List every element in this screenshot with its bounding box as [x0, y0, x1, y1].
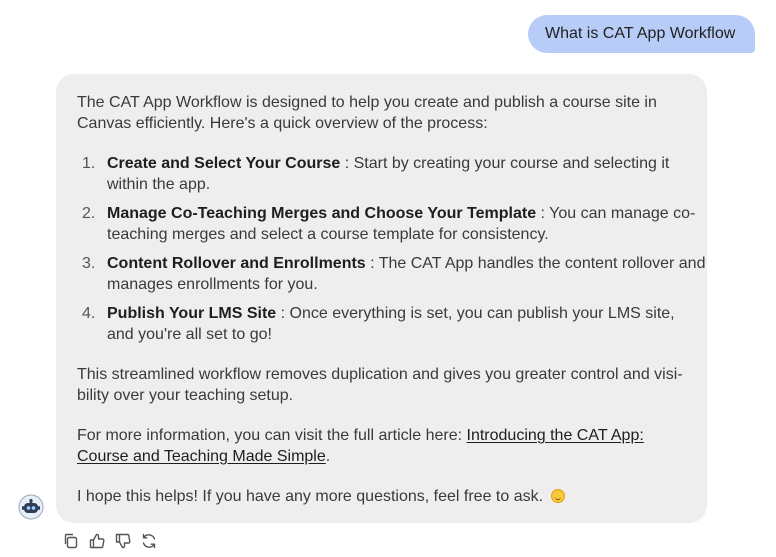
smiley-emoji-icon: [550, 489, 565, 503]
list-item-title: Create and Select Your Course: [107, 155, 341, 172]
list-item-3: Content Rollover and Enrollments : The C…: [107, 253, 705, 274]
message-actions: [62, 532, 158, 550]
list-item-1-continued: within the app.: [107, 176, 211, 193]
intro-text-line-2: Canvas efficiently. Here's a quick overv…: [77, 115, 488, 132]
list-item-number: 3.: [82, 255, 96, 272]
list-item-2: Manage Co-Teaching Merges and Choose You…: [107, 203, 695, 224]
closing-text: I hope this helps! If you have any more …: [77, 488, 548, 505]
list-item-number: 4.: [82, 305, 96, 322]
list-item-title: Manage Co-Teaching Merges and Choose You…: [107, 205, 537, 222]
list-item-2-continued: teaching merges and select a course temp…: [107, 226, 549, 243]
list-item-4-continued: and you're all set to go!: [107, 326, 272, 343]
link-suffix: .: [325, 448, 331, 465]
closing-line: I hope this helps! If you have any more …: [77, 486, 565, 507]
article-link-continued[interactable]: Course and Teaching Made Simple: [77, 448, 326, 465]
more-info-line-2: Course and Teaching Made Simple.: [77, 446, 330, 467]
regenerate-icon[interactable]: [140, 532, 158, 550]
list-item-4: Publish Your LMS Site : Once everything …: [107, 303, 675, 324]
list-item-number: 1.: [82, 155, 96, 172]
bot-avatar-icon: [18, 494, 44, 520]
summary-text-line-2: bility over your teaching setup.: [77, 387, 294, 404]
list-item-text: : The CAT App handles the content rollov…: [365, 255, 706, 272]
more-info-line: For more information, you can visit the …: [77, 425, 644, 446]
article-link[interactable]: Introducing the CAT App:: [467, 427, 644, 444]
intro-text-line-1: The CAT App Workflow is designed to help…: [77, 94, 657, 111]
list-item-text: : Start by creating your course and sele…: [340, 155, 670, 172]
list-item-1: Create and Select Your Course : Start by…: [107, 153, 669, 174]
list-item-3-continued: manages enrollments for you.: [107, 276, 318, 293]
more-info-text: For more information, you can visit the …: [77, 427, 467, 444]
list-item-number: 2.: [82, 205, 96, 222]
list-item-text: : You can manage co-: [536, 205, 696, 222]
thumbs-down-icon[interactable]: [114, 532, 132, 550]
list-item-title: Publish Your LMS Site: [107, 305, 277, 322]
user-message-bubble: What is CAT App Workflow: [528, 15, 755, 53]
list-item-text: : Once everything is set, you can publis…: [276, 305, 675, 322]
copy-icon[interactable]: [62, 532, 80, 550]
list-item-title: Content Rollover and Enrollments: [107, 255, 366, 272]
thumbs-up-icon[interactable]: [88, 532, 106, 550]
summary-text-line-1: This streamlined workflow removes duplic…: [77, 366, 683, 383]
